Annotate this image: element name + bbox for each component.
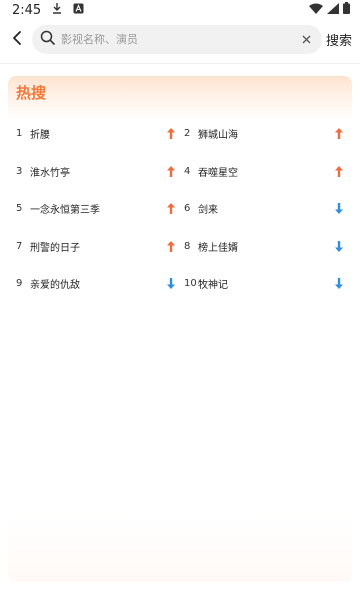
hot-search-name: 狮城山海 bbox=[198, 130, 238, 142]
header-divider bbox=[0, 63, 360, 64]
arrow-down-icon bbox=[166, 277, 176, 291]
status-right bbox=[309, 2, 350, 18]
status-bar: 2:45 bbox=[0, 0, 360, 20]
wifi-icon bbox=[309, 3, 323, 18]
hot-search-name: 一念永恒第三季 bbox=[30, 205, 100, 217]
arrow-up-icon bbox=[166, 127, 176, 141]
hot-search-rank: 1 bbox=[16, 128, 23, 140]
hot-search-name: 榜上佳婿 bbox=[198, 242, 238, 254]
search-input[interactable] bbox=[61, 33, 298, 46]
signal-icon bbox=[327, 2, 339, 18]
hot-search-item[interactable]: 6 剑来 bbox=[184, 190, 352, 228]
hot-search-item[interactable]: 9 亲爱的仇敌 bbox=[8, 265, 184, 303]
hot-search-name: 亲爱的仇敌 bbox=[30, 280, 80, 292]
back-button[interactable] bbox=[0, 24, 34, 56]
arrow-up-icon bbox=[334, 127, 344, 141]
hot-search-item[interactable]: 2 狮城山海 bbox=[184, 115, 352, 153]
chevron-left-icon bbox=[11, 30, 23, 50]
hot-search-name: 折腰 bbox=[30, 130, 50, 142]
hot-search-rank: 8 bbox=[184, 240, 191, 252]
hot-search-rank: 3 bbox=[16, 165, 23, 177]
status-time: 2:45 bbox=[12, 2, 42, 18]
hot-search-name: 吞噬星空 bbox=[198, 167, 238, 179]
hot-search-item[interactable]: 5 一念永恒第三季 bbox=[8, 190, 184, 228]
hot-search-list: 1 折腰 2 狮城山海 3 淮水竹亭 4 吞噬星空 5 一念永恒第三季 6 剑来 7 刑警的日子 8 榜上佳婿… bbox=[8, 115, 352, 303]
hot-search-item[interactable]: 1 折腰 bbox=[8, 115, 184, 153]
hot-search-title: 热搜 bbox=[16, 84, 47, 102]
battery-icon bbox=[343, 2, 350, 18]
arrow-down-icon bbox=[334, 202, 344, 216]
hot-search-card: 热搜 1 折腰 2 狮城山海 3 淮水竹亭 4 吞噬星空 5 一念永恒第三季 6 剑来 7 刑警的日子 8 榜… bbox=[8, 76, 352, 582]
hot-search-name: 剑来 bbox=[198, 205, 218, 217]
hot-search-rank: 5 bbox=[16, 203, 23, 215]
hot-search-item[interactable]: 7 刑警的日子 bbox=[8, 228, 184, 266]
download-icon bbox=[51, 2, 63, 18]
hot-search-rank: 4 bbox=[184, 165, 191, 177]
hot-search-name: 淮水竹亭 bbox=[30, 167, 70, 179]
arrow-up-icon bbox=[166, 164, 176, 178]
hot-search-item[interactable]: 3 淮水竹亭 bbox=[8, 153, 184, 191]
hot-search-item[interactable]: 8 榜上佳婿 bbox=[184, 228, 352, 266]
search-box[interactable] bbox=[32, 25, 322, 54]
search-button[interactable]: 搜索 bbox=[326, 30, 352, 49]
hot-search-rank: 10 bbox=[184, 278, 197, 290]
status-left: 2:45 bbox=[12, 2, 84, 18]
arrow-down-icon bbox=[334, 239, 344, 253]
app-a-icon bbox=[73, 3, 84, 18]
search-icon bbox=[40, 30, 55, 49]
arrow-up-icon bbox=[166, 239, 176, 253]
close-icon[interactable] bbox=[298, 32, 314, 48]
hot-search-rank: 2 bbox=[184, 128, 191, 140]
hot-search-rank: 7 bbox=[16, 240, 23, 252]
hot-search-rank: 9 bbox=[16, 278, 23, 290]
hot-search-item[interactable]: 4 吞噬星空 bbox=[184, 153, 352, 191]
search-bar: 搜索 bbox=[0, 24, 360, 56]
hot-search-rank: 6 bbox=[184, 203, 191, 215]
arrow-down-icon bbox=[334, 277, 344, 291]
hot-search-name: 刑警的日子 bbox=[30, 242, 80, 254]
hot-search-item[interactable]: 10 牧神记 bbox=[184, 265, 352, 303]
arrow-up-icon bbox=[166, 202, 176, 216]
hot-search-name: 牧神记 bbox=[198, 280, 228, 292]
arrow-up-icon bbox=[334, 164, 344, 178]
